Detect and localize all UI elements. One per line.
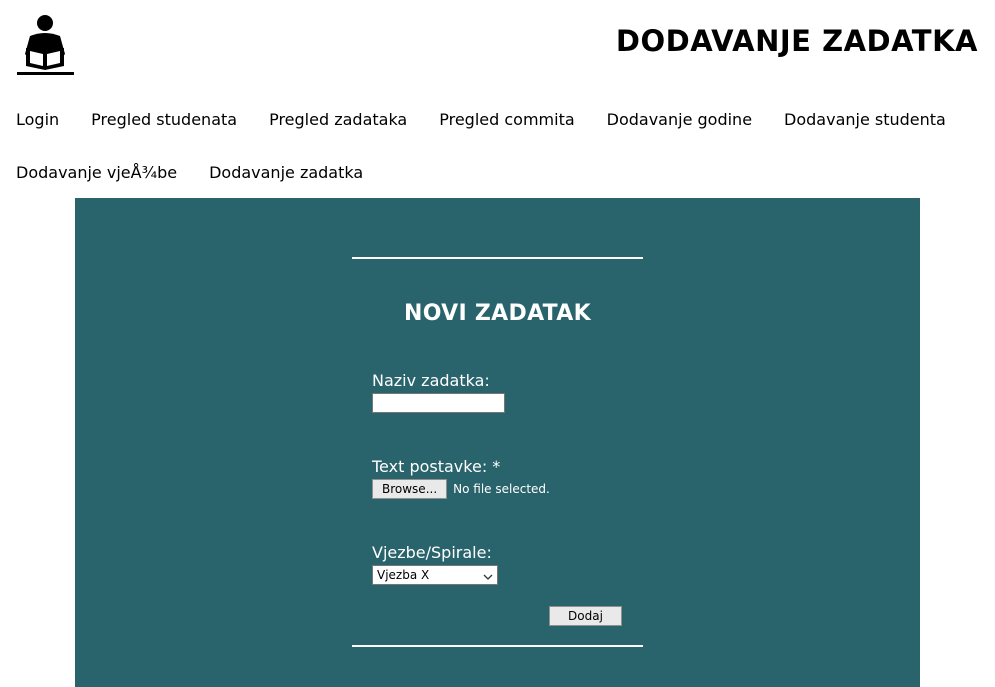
vjezbe-select[interactable]: Vjezba X	[372, 565, 498, 585]
naziv-zadatka-input[interactable]	[372, 393, 505, 413]
form-title: NOVI ZADATAK	[404, 301, 591, 326]
nav-link-dodavanje-studenta[interactable]: Dodavanje studenta	[784, 108, 946, 132]
main-nav: Login Pregled studenata Pregled zadataka…	[16, 108, 976, 185]
file-status: No file selected.	[453, 482, 550, 496]
chevron-down-icon	[483, 569, 493, 580]
nav-link-pregled-zadataka[interactable]: Pregled zadataka	[269, 108, 407, 132]
top-divider	[352, 257, 643, 259]
page-title: DODAVANJE ZADATKA	[615, 24, 978, 58]
bottom-divider	[352, 645, 643, 647]
nav-link-dodavanje-vjezbe[interactable]: Dodavanje vjeÅ¾be	[16, 161, 177, 185]
nav-link-dodavanje-godine[interactable]: Dodavanje godine	[607, 108, 752, 132]
vjezbe-spirale-label: Vjezbe/Spirale:	[372, 543, 492, 562]
browse-button[interactable]: Browse...	[372, 479, 448, 499]
file-upload: Browse... No file selected.	[372, 479, 550, 499]
nav-link-pregled-studenata[interactable]: Pregled studenata	[91, 108, 237, 132]
naziv-zadatka-label: Naziv zadatka:	[372, 371, 490, 390]
dodaj-button[interactable]: Dodaj	[549, 606, 622, 626]
vjezbe-select-value: Vjezba X	[377, 568, 430, 582]
nav-row: Dodavanje vjeÅ¾be Dodavanje zadatka	[16, 161, 976, 185]
form-panel: NOVI ZADATAK Naziv zadatka: Text postavk…	[75, 198, 920, 687]
text-postavke-label: Text postavke: *	[372, 457, 501, 476]
nav-link-dodavanje-zadatka[interactable]: Dodavanje zadatka	[209, 161, 363, 185]
page: DODAVANJE ZADATKA Login Pregled studenat…	[0, 0, 995, 687]
nav-link-pregled-commita[interactable]: Pregled commita	[439, 108, 574, 132]
nav-row: Login Pregled studenata Pregled zadataka…	[16, 108, 976, 132]
reading-person-icon	[16, 14, 76, 78]
nav-link-login[interactable]: Login	[16, 108, 59, 132]
